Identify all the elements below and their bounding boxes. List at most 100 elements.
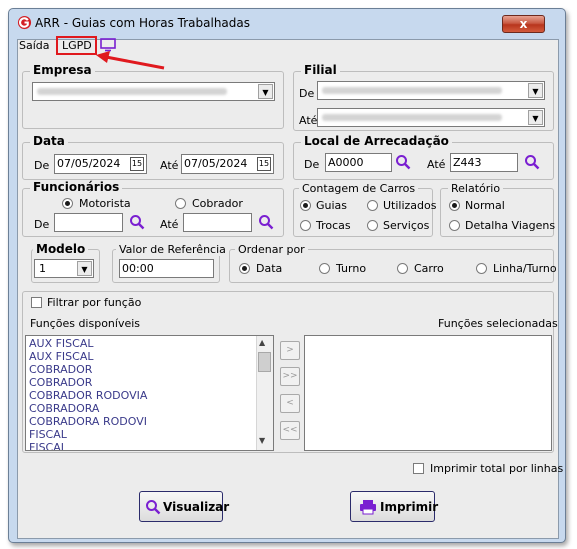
radio-ord-carro-label: Carro	[414, 262, 444, 275]
search-icon[interactable]	[129, 214, 145, 230]
valor-ref-legend: Valor de Referência	[116, 243, 229, 256]
radio-trocas[interactable]	[300, 220, 311, 231]
title-bar: ARR - Guias com Horas Trabalhadas x	[9, 9, 565, 37]
funcoes-selecionadas-list[interactable]	[304, 335, 552, 451]
radio-ord-carro[interactable]	[397, 263, 408, 274]
valor-ref-input[interactable]: 00:00	[119, 259, 214, 278]
imprimir-label: Imprimir	[380, 500, 439, 514]
calendar-icon[interactable]: 15	[257, 157, 271, 171]
list-item[interactable]: FISCAL	[26, 441, 256, 450]
imprimir-total-checkbox[interactable]	[413, 463, 424, 474]
remove-all-button[interactable]: <<	[280, 421, 300, 440]
radio-cobrador[interactable]	[175, 198, 186, 209]
app-logo-icon	[17, 15, 32, 30]
chevron-down-icon[interactable]: ▼	[528, 110, 543, 125]
scroll-up-icon[interactable]: ▲	[259, 338, 265, 347]
radio-normal[interactable]	[449, 200, 460, 211]
local-ate-input[interactable]: Z443	[450, 153, 518, 172]
filial-de-label: De	[299, 87, 315, 100]
chevron-down-icon[interactable]: ▼	[77, 261, 92, 276]
radio-ord-turno[interactable]	[319, 263, 330, 274]
func-ate-input[interactable]	[183, 213, 252, 232]
remove-button[interactable]: <	[280, 394, 300, 413]
radio-motorista[interactable]	[62, 198, 73, 209]
funcoes-selecionadas-label: Funções selecionadas	[438, 317, 558, 330]
data-legend: Data	[30, 135, 68, 148]
ordenar-legend: Ordenar por	[235, 243, 308, 256]
contagem-legend: Contagem de Carros	[299, 182, 419, 195]
radio-guias[interactable]	[300, 200, 311, 211]
list-item[interactable]: COBRADORA	[26, 402, 256, 415]
lgpd-highlight-box	[56, 36, 97, 55]
local-legend: Local de Arrecadação	[301, 135, 452, 148]
data-de-input[interactable]: 07/05/2024 15	[54, 154, 147, 174]
func-de-input[interactable]	[54, 213, 123, 232]
list-item[interactable]: FISCAL	[26, 428, 256, 441]
scroll-down-icon[interactable]: ▼	[259, 436, 265, 445]
filial-legend: Filial	[301, 64, 340, 77]
filial-de-select[interactable]: ▼	[317, 81, 545, 100]
list-item[interactable]: AUX FISCAL	[26, 350, 256, 363]
radio-cobrador-label: Cobrador	[192, 197, 243, 210]
list-item[interactable]: COBRADOR	[26, 363, 256, 376]
radio-utilizados[interactable]	[367, 200, 378, 211]
list-item[interactable]: COBRADOR RODOVIA	[26, 389, 256, 402]
radio-detalha-label: Detalha Viagens	[465, 219, 556, 232]
radio-detalha-viagens[interactable]	[449, 220, 460, 231]
visualizar-button[interactable]: Visualizar	[139, 491, 229, 522]
imprimir-button[interactable]: Imprimir	[350, 491, 439, 522]
filtrar-funcao-label: Filtrar por função	[47, 296, 142, 309]
search-icon[interactable]	[258, 214, 274, 230]
radio-ord-data-label: Data	[256, 262, 283, 275]
radio-servicos-label: Serviços	[383, 219, 430, 232]
radio-ord-linha-label: Linha/Turno	[493, 262, 557, 275]
search-icon[interactable]	[395, 154, 411, 170]
menu-saida[interactable]: Saída	[19, 39, 50, 52]
radio-ord-turno-label: Turno	[336, 262, 367, 275]
local-de-label: De	[304, 158, 320, 171]
chevron-down-icon[interactable]: ▼	[258, 84, 273, 99]
radio-motorista-label: Motorista	[79, 197, 131, 210]
filtrar-funcao-checkbox[interactable]	[31, 297, 42, 308]
add-all-button[interactable]: >>	[280, 367, 300, 386]
search-icon[interactable]	[524, 154, 540, 170]
filial-ate-label: Até	[299, 114, 318, 127]
funcoes-disponiveis-list[interactable]: AUX FISCAL AUX FISCAL COBRADOR COBRADOR …	[25, 335, 274, 451]
printer-icon	[360, 500, 376, 515]
close-button[interactable]: x	[502, 15, 545, 33]
add-button[interactable]: >	[280, 341, 300, 360]
func-ate-label: Até	[160, 218, 179, 231]
empresa-legend: Empresa	[30, 64, 95, 77]
local-de-input[interactable]: A0000	[325, 153, 392, 172]
data-de-value: 07/05/2024	[57, 157, 121, 170]
funcoes-disponiveis-label: Funções disponíveis	[30, 317, 141, 330]
visualizar-label: Visualizar	[163, 500, 230, 514]
radio-trocas-label: Trocas	[316, 219, 351, 232]
chevron-down-icon[interactable]: ▼	[528, 83, 543, 98]
radio-ord-linha-turno[interactable]	[476, 263, 487, 274]
radio-guias-label: Guias	[316, 199, 348, 212]
local-ate-label: Até	[427, 158, 446, 171]
radio-utilizados-label: Utilizados	[383, 199, 437, 212]
scrollbar-thumb[interactable]	[258, 352, 271, 372]
data-ate-value: 07/05/2024	[184, 157, 248, 170]
calendar-icon[interactable]: 15	[130, 157, 144, 171]
list-item[interactable]: COBRADORA RODOVI	[26, 415, 256, 428]
vertical-scrollbar[interactable]: ▲ ▼	[256, 336, 273, 450]
list-item[interactable]: COBRADOR	[26, 376, 256, 389]
empresa-select[interactable]: ▼	[32, 82, 275, 101]
func-de-label: De	[34, 218, 50, 231]
modelo-value: 1	[39, 262, 46, 275]
radio-ord-data[interactable]	[239, 263, 250, 274]
data-de-label: De	[34, 159, 50, 172]
filial-ate-select[interactable]: ▼	[317, 108, 545, 127]
filial-de-value-blurred	[322, 87, 502, 94]
funcoes-items: AUX FISCAL AUX FISCAL COBRADOR COBRADOR …	[26, 337, 256, 450]
data-ate-input[interactable]: 07/05/2024 15	[181, 154, 274, 174]
funcionarios-legend: Funcionários	[30, 181, 123, 194]
list-item[interactable]: AUX FISCAL	[26, 337, 256, 350]
empresa-value-blurred	[37, 88, 227, 95]
modelo-select[interactable]: 1 ▼	[34, 259, 94, 278]
radio-servicos[interactable]	[367, 220, 378, 231]
data-ate-label: Até	[160, 159, 179, 172]
